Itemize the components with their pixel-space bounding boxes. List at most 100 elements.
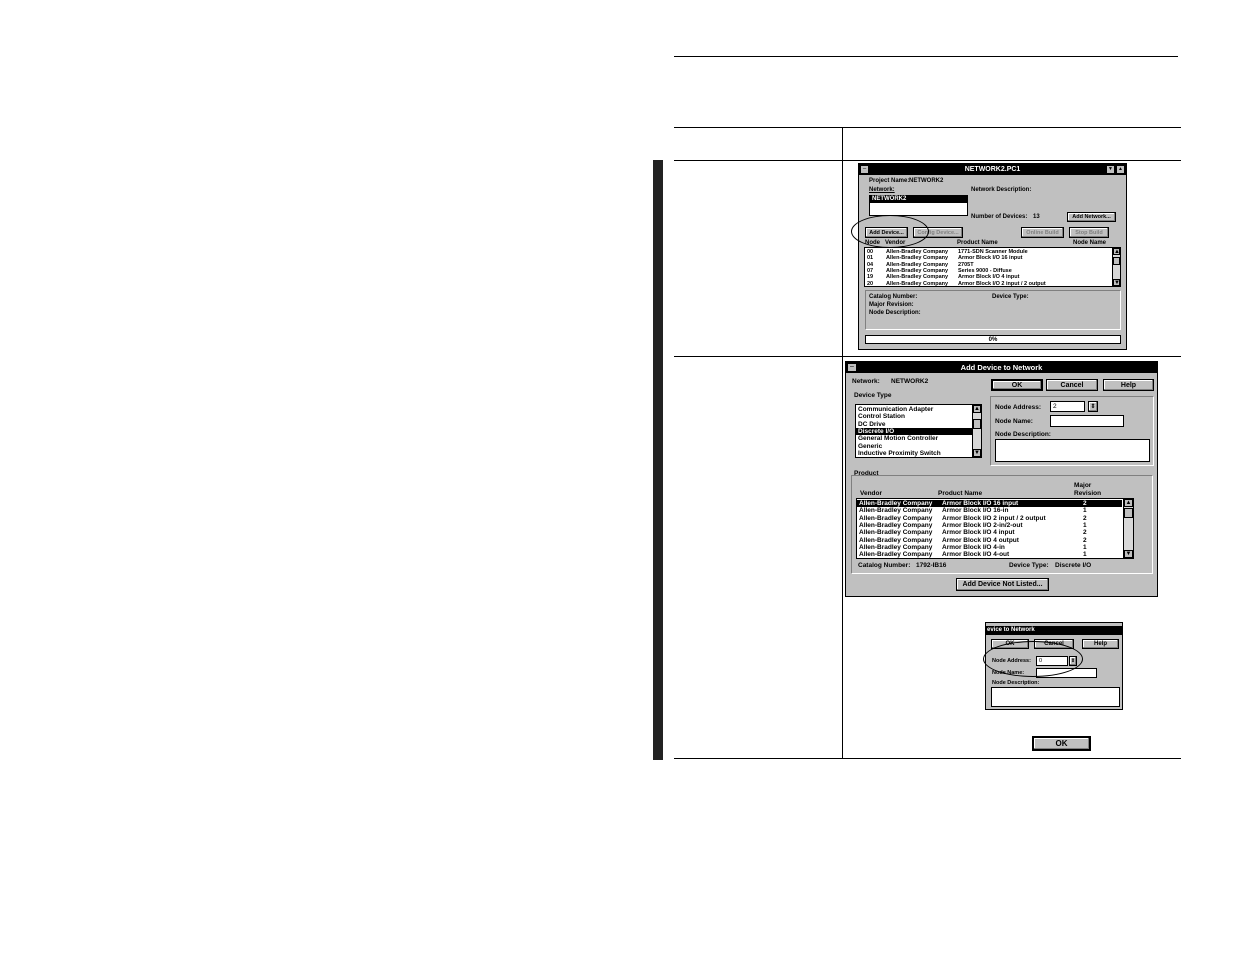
catalog-label: Catalog Number:	[869, 294, 918, 300]
col-product: Product Name	[957, 240, 998, 246]
device-type-item[interactable]: Inductive Proximity Switch	[856, 450, 972, 457]
help-button[interactable]: Help	[1082, 639, 1119, 649]
node-description-label: Node Description:	[992, 680, 1040, 686]
cell-product: Armor Block I/O 16-in	[942, 507, 1009, 515]
cell-rev: 2	[1083, 500, 1087, 507]
cell-rev: 1	[1083, 521, 1087, 529]
system-menu-icon[interactable]: –	[847, 363, 857, 372]
add-device-dialog: Add Device to Network – Network: NETWORK…	[845, 361, 1158, 597]
num-devices-value: 13	[1033, 214, 1040, 220]
product-list[interactable]: ▲ ▼ Allen-Bradley Company Armor Block I/O…	[856, 498, 1134, 559]
cell-node: 20	[867, 280, 874, 287]
network-window: NETWORK2.PC1 – ▼ ▲ Project Name: NETWORK…	[858, 163, 1127, 350]
table-row[interactable]: 00 Allen-Bradley Company 1771-SDN Scanner …	[865, 249, 1120, 255]
bottom-rule	[674, 758, 1181, 759]
num-devices-label: Number of Devices:	[971, 214, 1028, 220]
col-revision: Revision	[1074, 490, 1102, 497]
scroll-up-icon[interactable]: ▲	[1124, 499, 1133, 507]
device-type-item[interactable]: Communication Adapter	[856, 406, 972, 413]
device-info-panel: Catalog Number: Device Type: Major Revis…	[865, 290, 1121, 330]
device-type-item[interactable]: DC Drive	[856, 421, 972, 428]
device-type-list[interactable]: ▲ ▼ Communication Adapter Control Station…	[855, 404, 982, 458]
scroll-down-icon[interactable]: ▼	[1113, 279, 1120, 286]
maximize-icon[interactable]: ▲	[1116, 165, 1125, 174]
device-list-scrollbar[interactable]: ▲ ▼	[1112, 248, 1120, 286]
system-menu-icon[interactable]: –	[860, 165, 869, 174]
product-row[interactable]: Allen-Bradley Company Armor Block I/O 2 i…	[857, 515, 1122, 522]
device-type-item[interactable]: Discrete I/O	[856, 427, 972, 435]
cancel-button[interactable]: Cancel	[1046, 379, 1098, 391]
device-type-item[interactable]: General Motion Controller	[856, 435, 972, 442]
minimize-icon[interactable]: ▼	[1106, 165, 1115, 174]
node-panel: Node Address: 2 ⇕ Node Name: Node Descri…	[990, 396, 1154, 466]
add-device-highlight	[851, 215, 929, 248]
node-address-spinner-icon[interactable]: ⇕	[1088, 401, 1098, 412]
node-description-input[interactable]	[991, 687, 1120, 707]
table-row[interactable]: 19 Allen-Bradley Company Armor Block I/O 4…	[865, 274, 1120, 280]
cell-rev: 1	[1083, 507, 1087, 515]
network-list[interactable]: NETWORK2	[869, 195, 968, 216]
col-vendor: Vendor	[860, 490, 883, 497]
product-row[interactable]: Allen-Bradley Company Armor Block I/O 16-…	[857, 507, 1122, 514]
node-name-input[interactable]	[1050, 415, 1124, 427]
help-button[interactable]: Help	[1103, 379, 1154, 391]
cell-vendor: Allen-Bradley Company	[886, 267, 949, 274]
table-row[interactable]: 01 Allen-Bradley Company Armor Block I/O 1…	[865, 255, 1120, 261]
device-type-value: Discrete I/O	[1055, 562, 1092, 569]
online-build-button[interactable]: Online Build	[1021, 227, 1064, 238]
device-type-label-2: Device Type:	[1009, 562, 1049, 569]
device-type-label: Device Type:	[992, 294, 1029, 300]
product-row[interactable]: Allen-Bradley Company Armor Block I/O 4-o…	[857, 551, 1122, 558]
device-list[interactable]: 00 Allen-Bradley Company 1771-SDN Scanner …	[864, 247, 1121, 287]
major-revision-label: Major Revision:	[869, 302, 914, 308]
scroll-up-icon[interactable]: ▲	[973, 405, 981, 413]
stop-build-button[interactable]: Stop Build	[1069, 227, 1109, 238]
network-label: Network:	[869, 187, 895, 193]
cell-node: 07	[867, 267, 874, 274]
col-node-name: Node Name	[1073, 240, 1107, 246]
scroll-up-icon[interactable]: ▲	[1113, 248, 1120, 255]
table-row[interactable]: 04 Allen-Bradley Company 2705T	[865, 262, 1120, 268]
scroll-thumb[interactable]	[973, 419, 981, 429]
add-device-not-listed-button[interactable]: Add Device Not Listed...	[956, 578, 1049, 591]
table-row[interactable]: 20 Allen-Bradley Company Armor Block I/O 2…	[865, 281, 1120, 287]
cell-product: 1771-SDN Scanner Module	[958, 249, 1028, 255]
product-row[interactable]: Allen-Bradley Company Armor Block I/O 4 i…	[857, 529, 1122, 536]
cell-product: Armor Block I/O 4-out	[942, 551, 1010, 559]
cell-rev: 1	[1083, 551, 1087, 559]
ok-button-standalone[interactable]: OK	[1032, 736, 1091, 751]
scroll-down-icon[interactable]: ▼	[973, 449, 981, 457]
add-network-button[interactable]: Add Network...	[1067, 212, 1116, 222]
cell-vendor: Allen-Bradley Company	[859, 507, 933, 515]
product-row[interactable]: Allen-Bradley Company Armor Block I/O 4 o…	[857, 537, 1122, 544]
node-address-label: Node Address:	[995, 404, 1041, 411]
node-address-input[interactable]: 2	[1050, 401, 1085, 412]
network-desc-label: Network Description:	[971, 187, 1032, 193]
product-row[interactable]: Allen-Bradley Company Armor Block I/O 4-i…	[857, 544, 1122, 551]
cell-vendor: Allen-Bradley Company	[886, 274, 949, 281]
node-address-highlight	[983, 641, 1083, 677]
col-major: Major	[1074, 482, 1092, 489]
col-product: Product Name	[938, 490, 983, 497]
project-name-value: NETWORK2	[909, 178, 944, 184]
device-type-item[interactable]: Control Station	[856, 413, 972, 420]
scroll-thumb[interactable]	[1113, 257, 1120, 265]
device-type-item[interactable]: Generic	[856, 443, 972, 450]
cell-vendor: Allen-Bradley Company	[859, 500, 933, 507]
ok-button[interactable]: OK	[991, 379, 1043, 391]
cell-product: Armor Block I/O 16 input	[958, 255, 1023, 262]
product-row[interactable]: Allen-Bradley Company Armor Block I/O 2-i…	[857, 522, 1122, 529]
network-item-selected[interactable]: NETWORK2	[870, 196, 967, 203]
cell-product: Armor Block I/O 16 input	[942, 500, 1019, 507]
product-scrollbar[interactable]: ▲ ▼	[1123, 499, 1133, 558]
table-row[interactable]: 07 Allen-Bradley Company Series 9000 - Dif…	[865, 268, 1120, 274]
device-type-scrollbar[interactable]: ▲ ▼	[972, 405, 981, 457]
node-description-label: Node Description:	[995, 431, 1051, 438]
scroll-thumb[interactable]	[1124, 508, 1133, 518]
device-type-label: Device Type	[854, 392, 892, 399]
scroll-down-icon[interactable]: ▼	[1124, 550, 1133, 558]
node-address-value: 2	[1053, 403, 1057, 410]
product-row[interactable]: Allen-Bradley Company Armor Block I/O 16 …	[857, 500, 1122, 507]
node-description-input[interactable]	[995, 439, 1150, 462]
cell-product: Armor Block I/O 2-in/2-out	[942, 521, 1023, 529]
